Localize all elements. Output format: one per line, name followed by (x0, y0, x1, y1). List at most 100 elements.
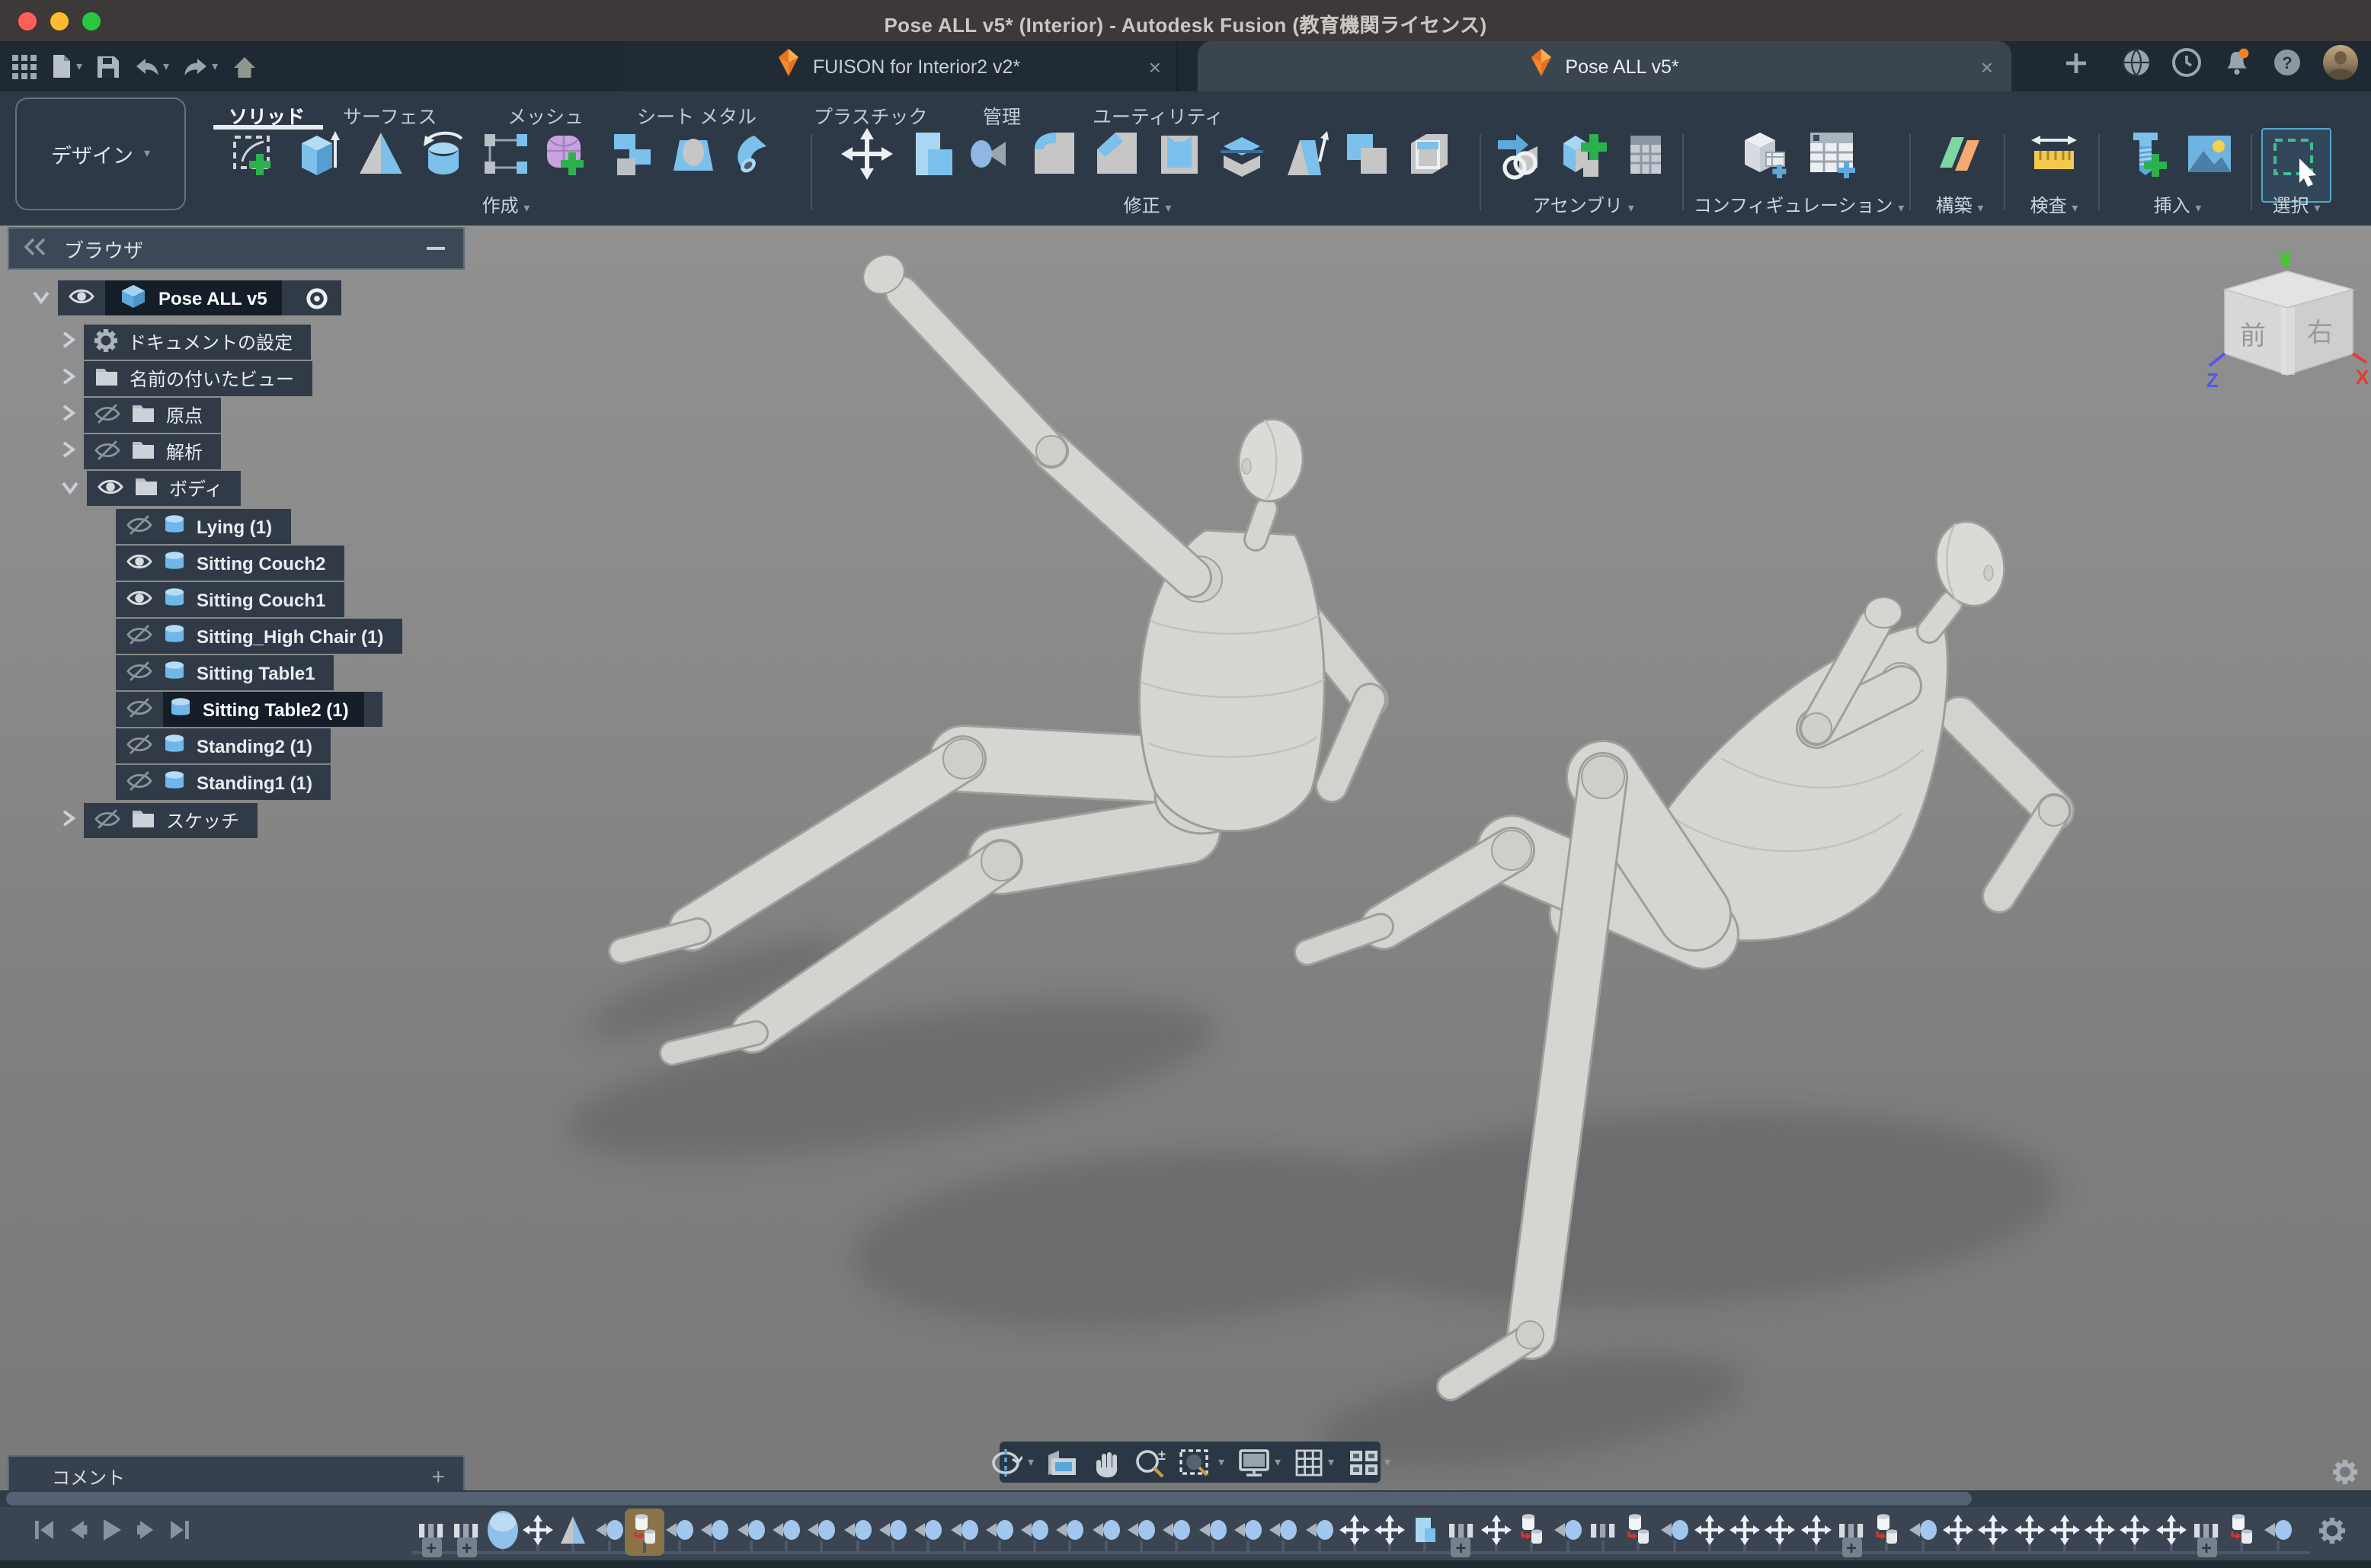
insert-fastener-icon[interactable] (2120, 128, 2172, 187)
browser-body-row[interactable]: Sitting Couch2 (116, 546, 344, 581)
chevron-down-icon[interactable] (61, 475, 79, 502)
chevron-right-icon[interactable] (61, 365, 76, 392)
zoom-icon[interactable]: ± (1134, 1447, 1168, 1477)
orbit-icon[interactable]: ▾ (990, 1447, 1034, 1477)
browser-item-box[interactable]: 解析 (84, 434, 221, 469)
eye-icon[interactable] (126, 511, 152, 542)
timeline-feature-offset[interactable] (1054, 1512, 1087, 1548)
eye-icon[interactable] (126, 584, 152, 615)
viewcube-front-face[interactable]: 前 (2240, 322, 2266, 350)
loft-icon[interactable] (667, 128, 719, 187)
timeline-feature-offset[interactable] (734, 1512, 767, 1548)
body-box[interactable]: Sitting Couch2 (116, 546, 344, 581)
configure-icon[interactable] (1736, 128, 1793, 187)
job-status-icon[interactable] (2121, 47, 2152, 85)
collapse-panel-icon[interactable] (24, 237, 46, 260)
eye-icon[interactable] (94, 437, 120, 467)
eye-icon[interactable] (126, 621, 152, 651)
look-at-icon[interactable] (1046, 1447, 1080, 1477)
undo-icon[interactable]: ▾ (134, 56, 169, 77)
timeline-feature-move[interactable] (1480, 1512, 1513, 1548)
step-forward-button[interactable] (136, 1519, 157, 1548)
browser-item-5[interactable]: ボディ (61, 471, 241, 506)
insert-canvas-icon[interactable] (2183, 128, 2235, 187)
eye-icon[interactable] (69, 283, 94, 313)
user-avatar[interactable] (2322, 44, 2359, 88)
timeline-feature-halfcone[interactable] (556, 1512, 590, 1548)
workspace-selector[interactable]: デザイン ▾ (15, 98, 186, 210)
skip-end-button[interactable] (169, 1519, 190, 1548)
timeline-settings-gear-icon[interactable] (2319, 1518, 2345, 1551)
sweep-icon[interactable] (605, 128, 657, 187)
doc-tab-inactive[interactable]: FUISON for Interior2 v2* × (622, 41, 1178, 91)
split-body-icon[interactable] (1215, 128, 1267, 187)
chevron-right-icon[interactable] (61, 807, 76, 834)
chevron-right-icon[interactable] (61, 438, 76, 466)
timeline-feature-move[interactable] (1799, 1512, 1832, 1548)
pan-icon[interactable] (1092, 1447, 1122, 1477)
timeline-feature-offset[interactable] (1231, 1512, 1265, 1548)
group-label-アセンブリ[interactable]: アセンブリ ▾ (1486, 192, 1681, 218)
browser-body-row[interactable]: Sitting Couch1 (116, 582, 344, 617)
home-icon[interactable] (232, 54, 258, 78)
browser-item-box[interactable]: 名前の付いたビュー (84, 361, 312, 396)
add-comment-button[interactable]: + (431, 1464, 445, 1490)
recent-icon[interactable] (2171, 47, 2202, 85)
help-icon[interactable]: ? (2272, 47, 2302, 85)
chevron-right-icon[interactable] (61, 402, 76, 429)
timeline-group-expand[interactable]: + (2197, 1538, 2216, 1557)
browser-item-2[interactable]: 名前の付いたビュー (61, 361, 312, 396)
offset-face-icon[interactable] (965, 128, 1017, 187)
timeline-feature-copy[interactable] (1515, 1512, 1549, 1548)
notifications-icon[interactable] (2222, 47, 2252, 85)
browser-item-3[interactable]: 原点 (61, 398, 221, 433)
browser-body-row[interactable]: Sitting_High Chair (1) (116, 619, 402, 654)
pattern-rect-icon[interactable] (480, 128, 532, 187)
browser-item-box[interactable]: ボディ (87, 471, 241, 506)
play-button[interactable] (101, 1518, 123, 1550)
root-component[interactable]: Pose ALL v5 (105, 280, 283, 315)
timeline-feature-offset[interactable] (663, 1512, 696, 1548)
timeline-feature-offset[interactable] (592, 1512, 626, 1548)
browser-item-box[interactable]: スケッチ (84, 803, 258, 838)
timeline-feature-move[interactable] (1338, 1512, 1371, 1548)
viewcube-right-face[interactable]: 右 (2307, 318, 2333, 347)
mannequin-left[interactable] (622, 247, 1370, 1053)
replace-face-icon[interactable] (1403, 128, 1454, 187)
timeline-feature-offset[interactable] (983, 1512, 1016, 1548)
save-icon[interactable] (96, 54, 120, 78)
eye-icon[interactable] (98, 473, 123, 504)
move-icon[interactable] (840, 128, 892, 187)
browser-body-row[interactable]: Sitting Table1 (116, 655, 334, 690)
chevron-right-icon[interactable] (61, 328, 76, 356)
body-box[interactable]: Standing2 (1) (116, 728, 331, 763)
extrude-icon[interactable] (293, 128, 344, 187)
joint-table-icon[interactable] (1620, 128, 1672, 187)
viewports-icon[interactable]: ▾ (1346, 1447, 1390, 1477)
body-box[interactable]: Sitting Table1 (116, 655, 334, 690)
timeline-group-expand[interactable]: + (457, 1538, 477, 1557)
timeline-feature-offset[interactable] (699, 1512, 732, 1548)
grid-display-icon[interactable]: ▾ (1293, 1447, 1334, 1477)
timeline-group-expand[interactable]: + (1841, 1538, 1861, 1557)
timeline-feature-move[interactable] (2048, 1512, 2081, 1548)
pipe-icon[interactable] (730, 128, 782, 187)
eye-icon[interactable] (126, 731, 152, 761)
group-label-作成[interactable]: 作成 ▾ (206, 192, 806, 218)
timeline-feature-sphere[interactable] (485, 1512, 519, 1548)
browser-body-row[interactable]: Lying (1) (116, 509, 290, 544)
eye-icon[interactable] (94, 805, 120, 836)
browser-item-1[interactable]: ドキュメントの設定 (61, 325, 311, 360)
config-table-icon[interactable] (1804, 128, 1862, 187)
group-label-選択[interactable]: 選択 ▾ (2257, 192, 2336, 218)
fillet-icon[interactable] (1028, 128, 1080, 187)
timeline-feature-offset[interactable] (1266, 1512, 1300, 1548)
timeline-feature-offset[interactable] (1905, 1512, 1939, 1548)
timeline-feature-copy[interactable] (2225, 1512, 2259, 1548)
3d-viewport[interactable] (0, 226, 2371, 1560)
eye-icon[interactable] (126, 548, 152, 578)
chevron-down-icon[interactable] (32, 284, 50, 312)
timeline-feature-offset[interactable] (1195, 1512, 1229, 1548)
timeline-feature-move[interactable] (521, 1512, 555, 1548)
eye-icon[interactable] (126, 694, 152, 725)
